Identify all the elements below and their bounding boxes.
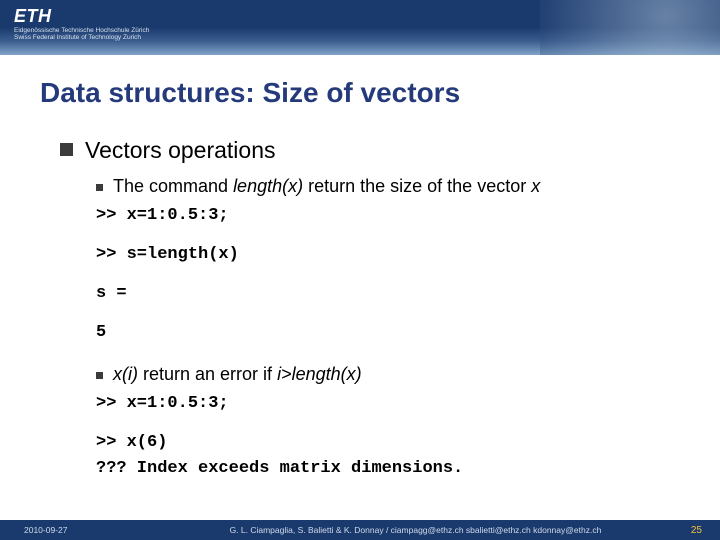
- section-heading: Vectors operations: [85, 137, 276, 164]
- code-inline: x: [531, 176, 540, 196]
- code-line: 5: [96, 322, 680, 345]
- code-line: >> x(6): [96, 432, 680, 455]
- text-fragment: return an error if: [138, 364, 277, 384]
- footer-date: 2010-09-27: [0, 525, 140, 535]
- section-heading-row: Vectors operations: [60, 137, 680, 164]
- code-block-2: >> x=1:0.5:3; >> x(6) ??? Index exceeds …: [96, 393, 680, 481]
- footer-page-number: 25: [691, 525, 720, 536]
- bullet-item-1-text: The command length(x) return the size of…: [113, 176, 540, 197]
- slide-header: ETH Eidgenössische Technische Hochschule…: [0, 0, 720, 55]
- code-inline: i>length(x): [277, 364, 362, 384]
- logo-text: ETH: [0, 0, 720, 27]
- code-block-1: >> x=1:0.5:3; >> s=length(x) s = 5: [96, 205, 680, 345]
- slide-content: Vectors operations The command length(x)…: [0, 109, 720, 481]
- code-line: >> x=1:0.5:3;: [96, 393, 680, 416]
- slide-footer: 2010-09-27 G. L. Ciampaglia, S. Balietti…: [0, 520, 720, 540]
- bullet-item-2-text: x(i) return an error if i>length(x): [113, 364, 362, 385]
- footer-credits: G. L. Ciampaglia, S. Balietti & K. Donna…: [140, 525, 691, 535]
- bullet-small-icon: [96, 372, 103, 379]
- bullet-small-icon: [96, 184, 103, 191]
- logo-subtitle-2: Swiss Federal Institute of Technology Zu…: [0, 34, 720, 41]
- code-line: s =: [96, 283, 680, 306]
- bullet-square-icon: [60, 143, 73, 156]
- slide-title: Data structures: Size of vectors: [0, 55, 720, 109]
- text-fragment: return the size of the vector: [303, 176, 531, 196]
- code-inline: x(i): [113, 364, 138, 384]
- text-fragment: The command: [113, 176, 233, 196]
- code-line: ??? Index exceeds matrix dimensions.: [96, 458, 680, 481]
- code-inline: length(x): [233, 176, 303, 196]
- logo-subtitle-1: Eidgenössische Technische Hochschule Zür…: [0, 27, 720, 34]
- code-line: >> x=1:0.5:3;: [96, 205, 680, 228]
- bullet-item-1: The command length(x) return the size of…: [96, 176, 680, 197]
- bullet-item-2: x(i) return an error if i>length(x): [96, 364, 680, 385]
- code-line: >> s=length(x): [96, 244, 680, 267]
